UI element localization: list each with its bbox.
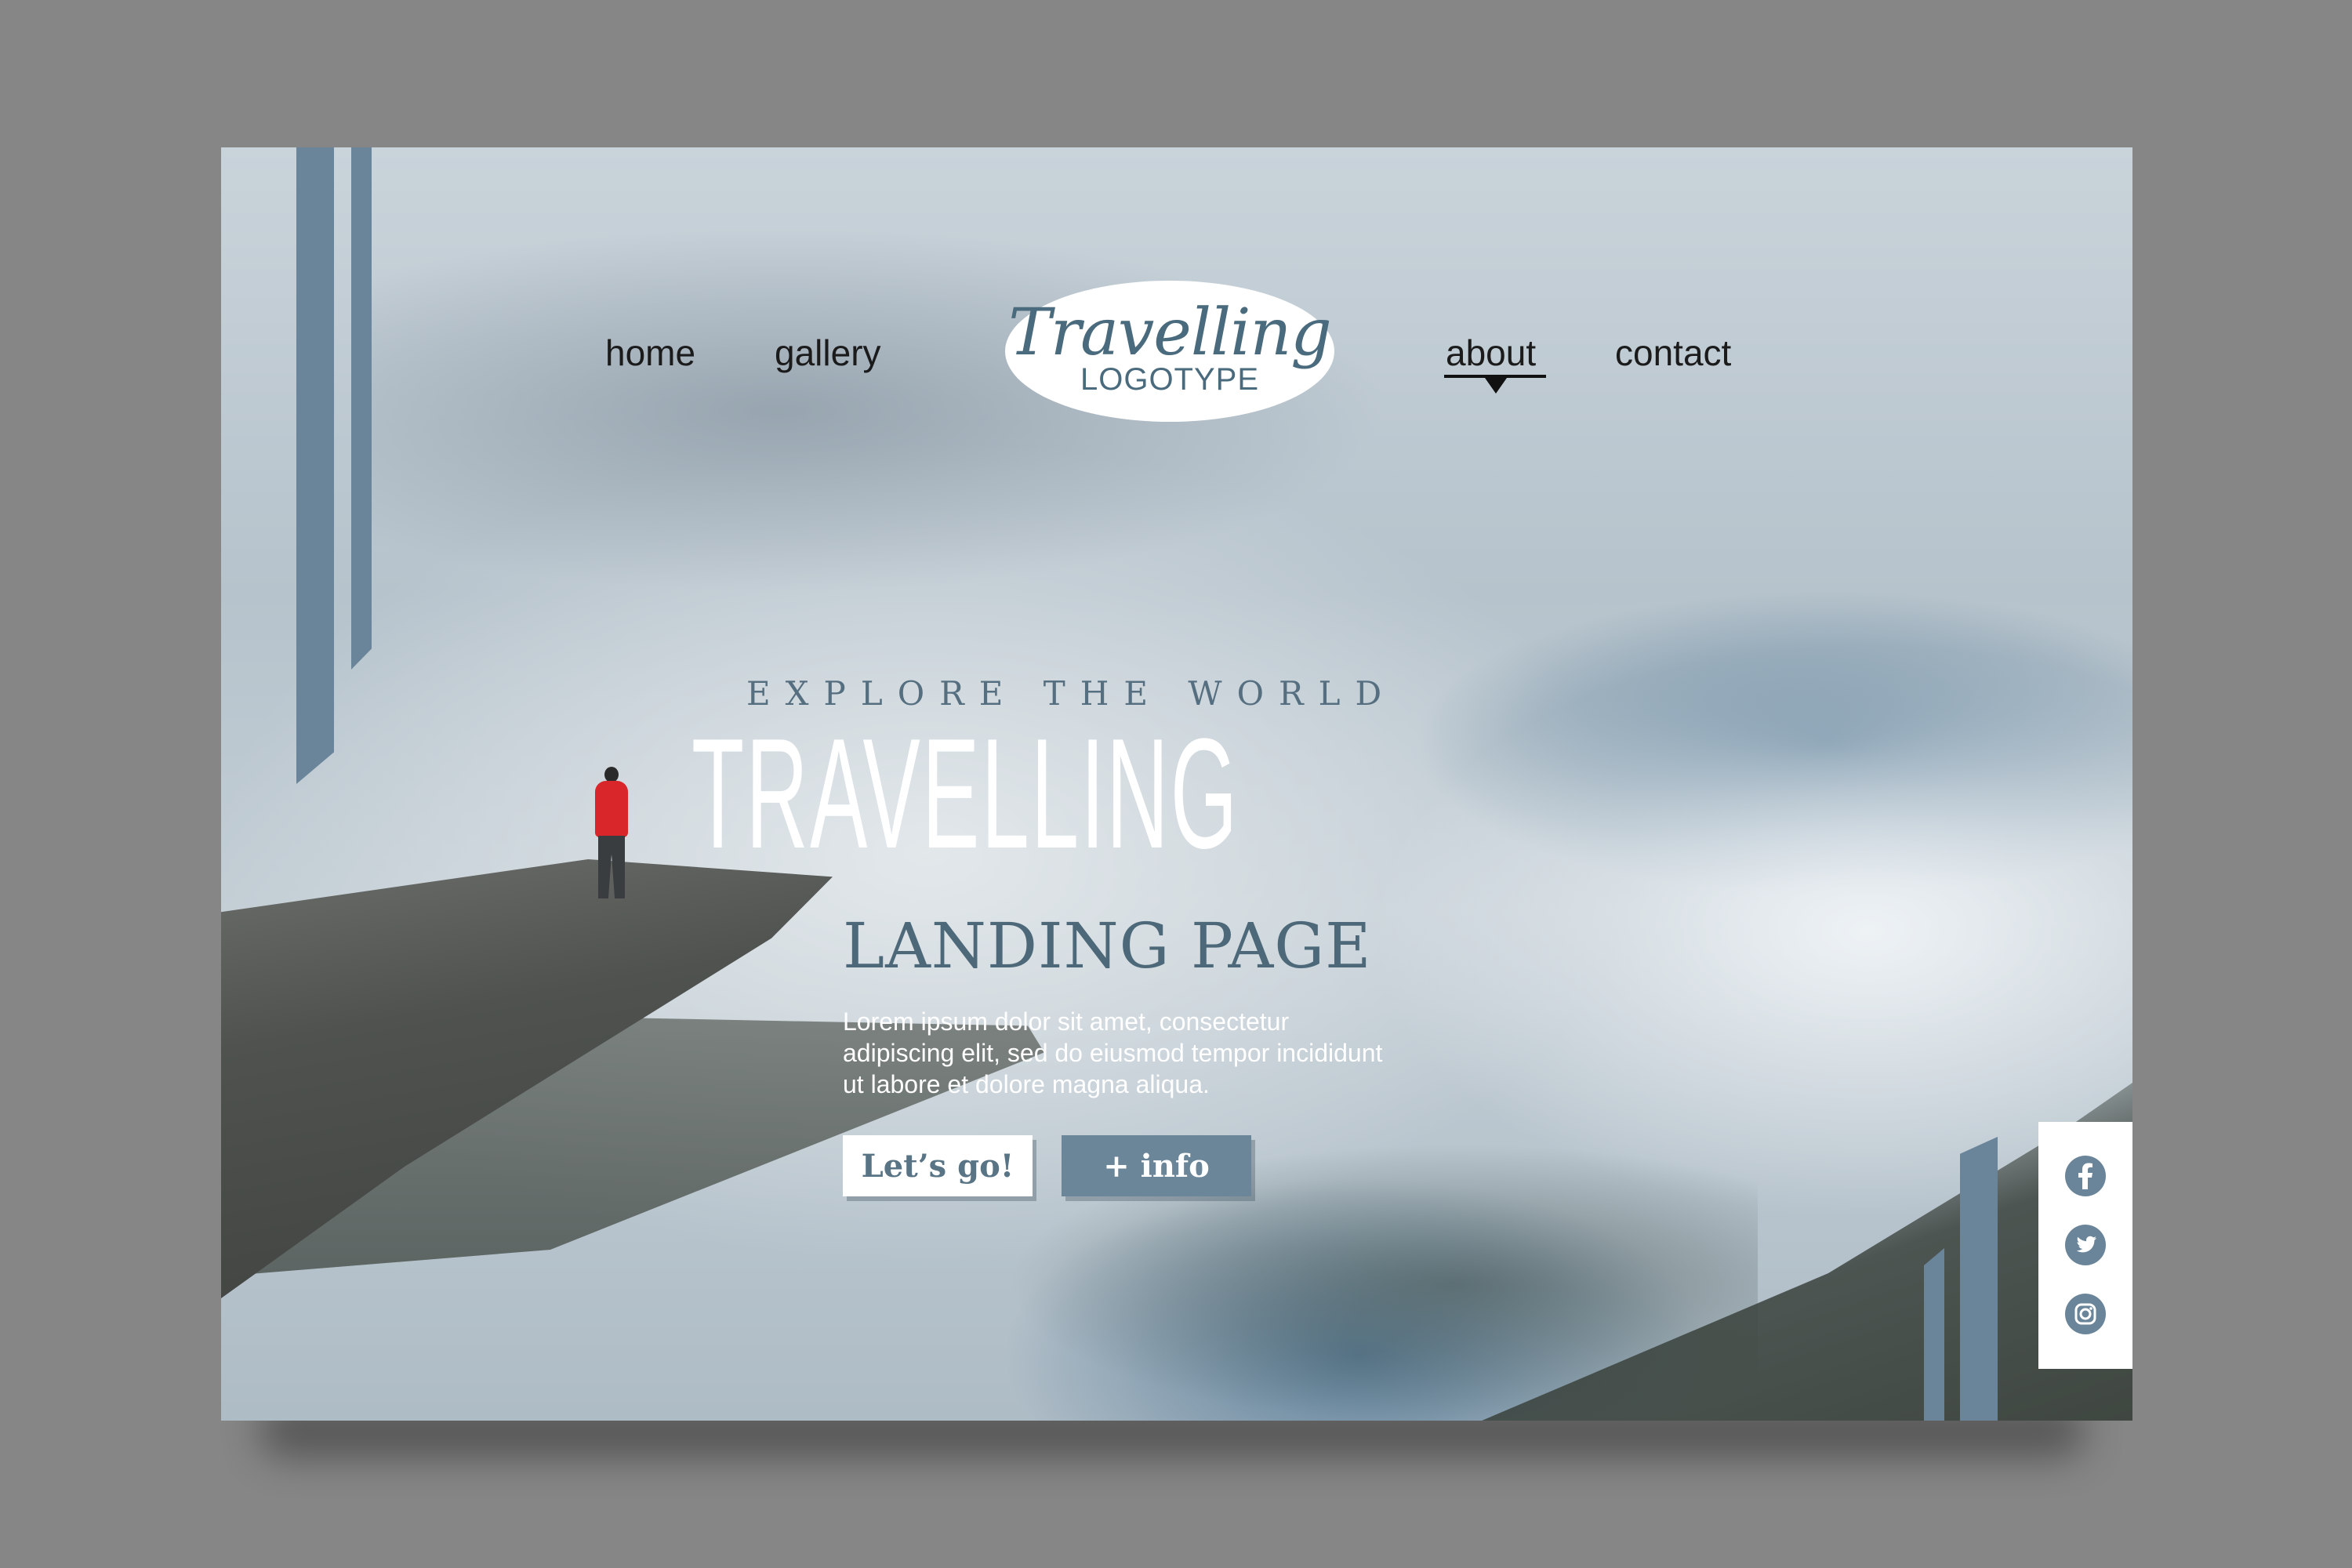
nav-home[interactable]: home [605,332,695,374]
more-info-button[interactable]: + info [1062,1135,1251,1196]
twitter-icon[interactable] [2064,1224,2107,1266]
right-stripe-narrow [1924,1248,1944,1421]
left-stripe-wide [296,147,334,784]
site-logo[interactable]: Travelling LOGOTYPE [1005,281,1334,422]
hero-body: Lorem ipsum dolor sit amet, consectetur … [843,1007,1383,1098]
hiker-figure [584,767,639,904]
hero-subhead: LANDING PAGE [843,909,1372,982]
nav-contact[interactable]: contact [1615,332,1731,374]
logo-script: Travelling [1008,296,1332,370]
instagram-icon[interactable] [2064,1293,2107,1335]
nav-active-caret-icon [1485,378,1507,394]
hero-headline: TRAVELLING [691,706,1240,881]
social-bar [2038,1122,2132,1369]
left-stripe-narrow [351,147,372,670]
landing-page: home gallery about contact Travelling LO… [221,147,2132,1421]
lets-go-button[interactable]: Let’s go! [843,1135,1033,1196]
nav-about[interactable]: about [1446,332,1536,374]
right-stripe-wide [1960,1137,1998,1421]
nav-gallery[interactable]: gallery [775,332,881,374]
facebook-icon[interactable] [2064,1155,2107,1197]
